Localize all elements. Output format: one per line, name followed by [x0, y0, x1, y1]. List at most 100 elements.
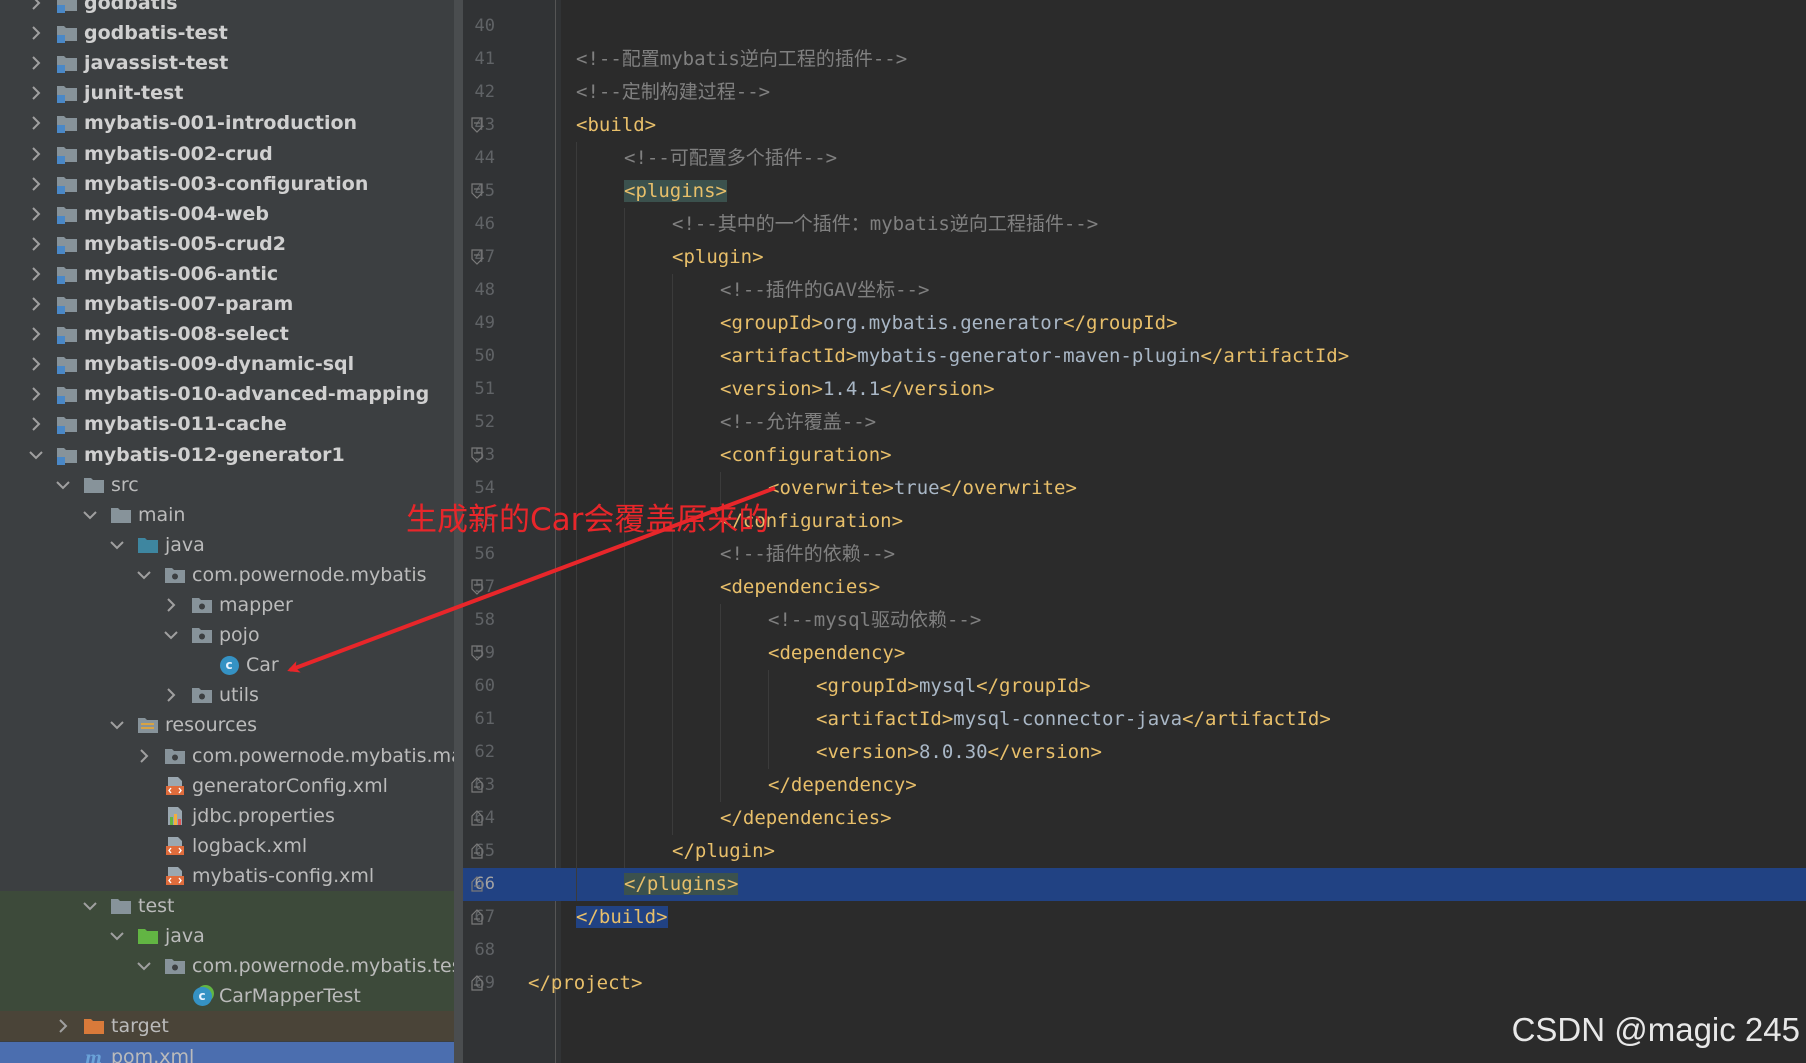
- chevron-down-icon[interactable]: [28, 447, 44, 463]
- code-line[interactable]: 44 <!--可配置多个插件-->: [463, 142, 1806, 175]
- fold-close-icon[interactable]: [471, 843, 483, 859]
- tree-item-pojo[interactable]: pojo: [0, 620, 463, 650]
- tree-item-generatorconfig-xml[interactable]: generatorConfig.xml: [0, 771, 463, 801]
- chevron-right-icon[interactable]: [28, 356, 44, 372]
- code-line[interactable]: 51 <version>1.4.1</version>: [463, 373, 1806, 406]
- tree-item-car[interactable]: c Car: [0, 650, 463, 680]
- tree-item-utils[interactable]: utils: [0, 680, 463, 710]
- tree-item-logback-xml[interactable]: logback.xml: [0, 831, 463, 861]
- chevron-right-icon[interactable]: [136, 748, 152, 764]
- fold-close-icon[interactable]: [471, 909, 483, 925]
- tree-item-mybatis-004-web[interactable]: mybatis-004-web: [0, 199, 463, 229]
- code-line[interactable]: 58 <!--mysql驱动依赖-->: [463, 604, 1806, 637]
- tree-item-main[interactable]: main: [0, 500, 463, 530]
- code-line[interactable]: 56 <!--插件的依赖-->: [463, 538, 1806, 571]
- chevron-down-icon[interactable]: [109, 537, 125, 553]
- fold-close-icon[interactable]: [471, 975, 483, 991]
- chevron-down-icon[interactable]: [136, 958, 152, 974]
- tree-item-carmappertest[interactable]: c CarMapperTest: [0, 981, 463, 1012]
- code-line[interactable]: 48 <!--插件的GAV坐标-->: [463, 274, 1806, 307]
- chevron-down-icon[interactable]: [109, 928, 125, 944]
- tree-item-mapper[interactable]: mapper: [0, 590, 463, 620]
- chevron-down-icon[interactable]: [109, 717, 125, 733]
- code-line[interactable]: 63 </dependency>: [463, 769, 1806, 802]
- code-line[interactable]: 60 <groupId>mysql</groupId>: [463, 670, 1806, 703]
- chevron-right-icon[interactable]: [28, 55, 44, 71]
- chevron-right-icon[interactable]: [28, 266, 44, 282]
- code-line[interactable]: 40: [463, 10, 1806, 43]
- chevron-down-icon[interactable]: [163, 627, 179, 643]
- fold-close-icon[interactable]: [471, 876, 483, 892]
- code-line[interactable]: 65 </plugin>: [463, 835, 1806, 868]
- tree-item-src[interactable]: src: [0, 470, 463, 500]
- tree-item-test[interactable]: test: [0, 891, 463, 921]
- tree-item-mybatis-006-antic[interactable]: mybatis-006-antic: [0, 259, 463, 289]
- code-line[interactable]: 42 <!--定制构建过程-->: [463, 76, 1806, 109]
- tree-item-mybatis-config-xml[interactable]: mybatis-config.xml: [0, 861, 463, 891]
- code-line[interactable]: 57 <dependencies>: [463, 571, 1806, 604]
- tree-item-mybatis-012-generator1[interactable]: mybatis-012-generator1: [0, 440, 463, 470]
- chevron-right-icon[interactable]: [163, 687, 179, 703]
- fold-open-icon[interactable]: [471, 249, 483, 265]
- code-line[interactable]: 68: [463, 934, 1806, 967]
- fold-close-icon[interactable]: [471, 810, 483, 826]
- tree-item-com-powernode-mybatis[interactable]: com.powernode.mybatis: [0, 560, 463, 590]
- code-line[interactable]: 45 <plugins>: [463, 175, 1806, 208]
- code-line[interactable]: 62 <version>8.0.30</version>: [463, 736, 1806, 769]
- code-line[interactable]: 66 </plugins>: [463, 868, 1806, 901]
- tree-item-java[interactable]: java: [0, 921, 463, 952]
- chevron-right-icon[interactable]: [28, 236, 44, 252]
- chevron-right-icon[interactable]: [28, 206, 44, 222]
- chevron-down-icon[interactable]: [82, 507, 98, 523]
- tree-item-godbatis-test[interactable]: godbatis-test: [0, 18, 463, 48]
- tree-item-com-powernode-mybatis-test[interactable]: com.powernode.mybatis.test: [0, 951, 463, 982]
- code-line[interactable]: 64 </dependencies>: [463, 802, 1806, 835]
- tree-item-mybatis-008-select[interactable]: mybatis-008-select: [0, 319, 463, 349]
- tree-item-mybatis-010-advanced-mapping[interactable]: mybatis-010-advanced-mapping: [0, 379, 463, 409]
- code-line[interactable]: 49 <groupId>org.mybatis.generator</groupI…: [463, 307, 1806, 340]
- fold-open-icon[interactable]: [471, 183, 483, 199]
- chevron-right-icon[interactable]: [55, 1018, 71, 1034]
- fold-open-icon[interactable]: [471, 447, 483, 463]
- chevron-right-icon[interactable]: [28, 326, 44, 342]
- tree-item-mybatis-001-introduction[interactable]: mybatis-001-introduction: [0, 108, 463, 138]
- chevron-right-icon[interactable]: [28, 416, 44, 432]
- chevron-right-icon[interactable]: [28, 0, 44, 11]
- chevron-right-icon[interactable]: [28, 25, 44, 41]
- tree-item-pom-xml[interactable]: m pom.xml: [0, 1041, 463, 1063]
- tree-item-mybatis-007-param[interactable]: mybatis-007-param: [0, 289, 463, 319]
- tree-item-mybatis-011-cache[interactable]: mybatis-011-cache: [0, 409, 463, 439]
- project-tree-panel[interactable]: godbatis godbatis-test javassist-test junit…: [0, 0, 463, 1063]
- chevron-right-icon[interactable]: [28, 296, 44, 312]
- code-line[interactable]: 67 </build>: [463, 901, 1806, 934]
- code-line[interactable]: 59 <dependency>: [463, 637, 1806, 670]
- code-line[interactable]: 41 <!--配置mybatis逆向工程的插件-->: [463, 43, 1806, 76]
- chevron-right-icon[interactable]: [163, 597, 179, 613]
- tree-item-mybatis-003-configuration[interactable]: mybatis-003-configuration: [0, 169, 463, 199]
- tree-item-mybatis-002-crud[interactable]: mybatis-002-crud: [0, 139, 463, 169]
- fold-close-icon[interactable]: [471, 777, 483, 793]
- fold-open-icon[interactable]: [471, 117, 483, 133]
- fold-open-icon[interactable]: [471, 579, 483, 595]
- tree-item-mybatis-009-dynamic-sql[interactable]: mybatis-009-dynamic-sql: [0, 349, 463, 379]
- chevron-down-icon[interactable]: [55, 477, 71, 493]
- tree-item-junit-test[interactable]: junit-test: [0, 78, 463, 108]
- code-line[interactable]: 43 <build>: [463, 109, 1806, 142]
- chevron-right-icon[interactable]: [28, 386, 44, 402]
- tree-item-godbatis[interactable]: godbatis: [0, 0, 463, 18]
- tree-item-javassist-test[interactable]: javassist-test: [0, 48, 463, 78]
- chevron-down-icon[interactable]: [82, 898, 98, 914]
- chevron-right-icon[interactable]: [28, 146, 44, 162]
- chevron-right-icon[interactable]: [28, 85, 44, 101]
- tree-item-target[interactable]: target: [0, 1011, 463, 1042]
- code-line[interactable]: 61 <artifactId>mysql-connector-java</arti…: [463, 703, 1806, 736]
- chevron-right-icon[interactable]: [28, 115, 44, 131]
- chevron-down-icon[interactable]: [136, 567, 152, 583]
- tree-item-resources[interactable]: resources: [0, 710, 463, 740]
- code-line[interactable]: 53 <configuration>: [463, 439, 1806, 472]
- fold-open-icon[interactable]: [471, 645, 483, 661]
- tree-item-mybatis-005-crud2[interactable]: mybatis-005-crud2: [0, 229, 463, 259]
- code-line[interactable]: 69 </project>: [463, 967, 1806, 1000]
- code-line[interactable]: 46 <!--其中的一个插件：mybatis逆向工程插件-->: [463, 208, 1806, 241]
- tree-item-java[interactable]: java: [0, 530, 463, 560]
